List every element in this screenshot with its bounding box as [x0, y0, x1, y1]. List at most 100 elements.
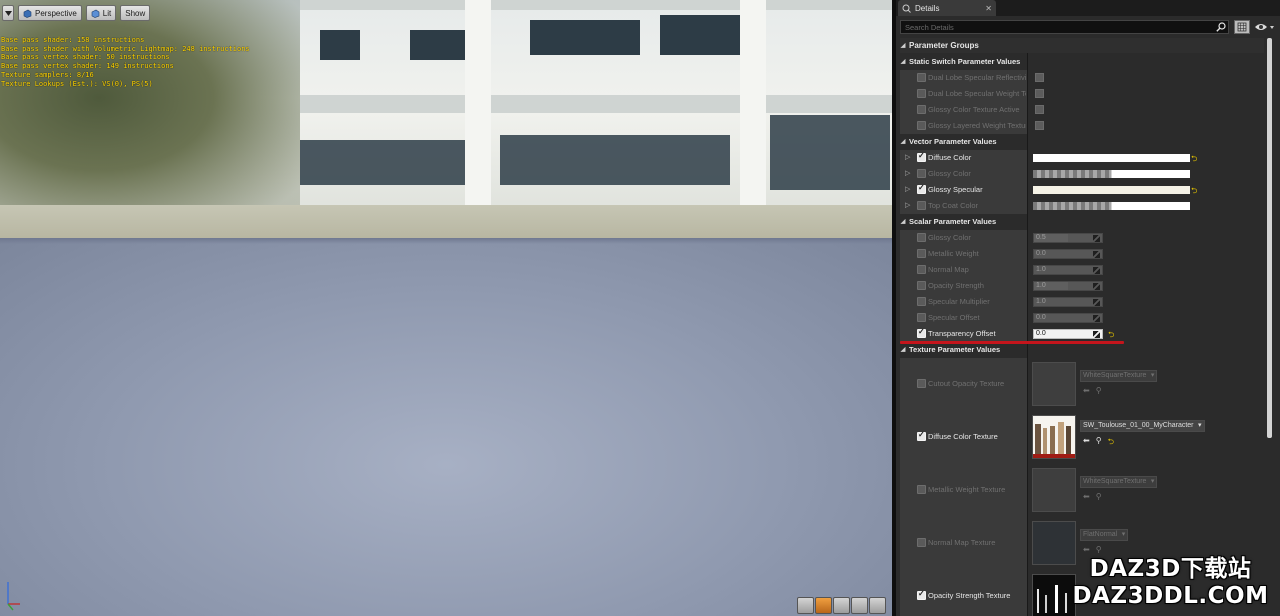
- param-name: Cutout Opacity Texture: [928, 379, 1005, 388]
- preview-floor-mesh: [0, 238, 892, 616]
- browse-search-icon[interactable]: ⚲: [1096, 436, 1102, 450]
- property-matrix-button[interactable]: [1234, 20, 1250, 34]
- use-selected-arrow-icon[interactable]: ⬅: [1083, 436, 1090, 450]
- show-button[interactable]: Show: [120, 5, 151, 21]
- color-swatch[interactable]: [1033, 154, 1190, 162]
- search-details-input[interactable]: [900, 20, 1229, 34]
- use-selected-arrow-icon[interactable]: ⬅: [1083, 492, 1090, 501]
- expand-arrow-icon[interactable]: ▷: [905, 169, 913, 177]
- reset-to-default-icon[interactable]: ⮌: [1191, 153, 1197, 167]
- switch-value-checkbox[interactable]: [1035, 89, 1044, 98]
- browse-search-icon[interactable]: ⚲: [1096, 545, 1102, 554]
- browse-search-icon[interactable]: ⚲: [1096, 386, 1102, 395]
- scalar-value-field[interactable]: 1.0: [1033, 297, 1103, 307]
- perspective-cube-icon: [23, 9, 32, 18]
- override-checkbox[interactable]: [917, 313, 926, 322]
- slider-grip-icon[interactable]: [1093, 283, 1100, 290]
- category-static-switch[interactable]: ◢ Static Switch Parameter Values: [900, 54, 1264, 69]
- color-swatch[interactable]: [1033, 202, 1190, 210]
- details-panel: Details ✕ ◢ Parameter Groups ◢ Static Sw…: [896, 0, 1280, 616]
- param-row: Opacity Strength 1.0: [900, 278, 1264, 294]
- reset-to-default-icon[interactable]: ⮌: [1108, 436, 1114, 450]
- reset-to-default-icon[interactable]: ⮌: [1191, 185, 1197, 199]
- sphere-preview-button[interactable]: [815, 597, 832, 614]
- override-checkbox[interactable]: [917, 73, 926, 82]
- param-name: Glossy Color: [928, 169, 971, 178]
- details-scrollbar[interactable]: [1267, 38, 1272, 438]
- texture-thumbnail[interactable]: [1032, 468, 1076, 512]
- param-name: Dual Lobe Specular Weight Texture: [928, 89, 1026, 98]
- override-checkbox[interactable]: [917, 121, 926, 130]
- override-checkbox[interactable]: [917, 485, 926, 494]
- slider-grip-icon[interactable]: [1093, 299, 1100, 306]
- override-checkbox[interactable]: [917, 151, 926, 162]
- switch-value-checkbox[interactable]: [1035, 73, 1044, 82]
- asset-picker-combo[interactable]: FlatNormal: [1080, 529, 1129, 541]
- texture-thumbnail[interactable]: [1032, 415, 1076, 459]
- color-swatch[interactable]: [1033, 186, 1190, 194]
- slider-grip-icon[interactable]: [1093, 331, 1100, 338]
- category-label: Static Switch Parameter Values: [909, 57, 1021, 66]
- custom-mesh-preview-button[interactable]: [869, 597, 886, 614]
- texture-thumbnail[interactable]: [1032, 362, 1076, 406]
- cube-preview-button[interactable]: [851, 597, 868, 614]
- level-viewport[interactable]: Perspective Lit Show Base pass shader: 1…: [0, 0, 892, 616]
- axis-gizmo-icon: [7, 582, 20, 611]
- lit-button[interactable]: Lit: [85, 5, 117, 21]
- slider-grip-icon[interactable]: [1093, 251, 1100, 258]
- plane-preview-button[interactable]: [833, 597, 850, 614]
- switch-value-checkbox[interactable]: [1035, 121, 1044, 130]
- scalar-value-field[interactable]: 0.0: [1033, 329, 1103, 339]
- cylinder-preview-button[interactable]: [797, 597, 814, 614]
- asset-picker-combo[interactable]: WhiteSquareTexture: [1080, 370, 1158, 382]
- category-scalar-params[interactable]: ◢ Scalar Parameter Values: [900, 214, 1264, 229]
- viewport-toolbar: Perspective Lit Show: [2, 5, 151, 22]
- override-checkbox[interactable]: [917, 89, 926, 98]
- expand-arrow-icon[interactable]: ▷: [905, 201, 913, 209]
- details-tab[interactable]: Details ✕: [898, 0, 996, 16]
- browse-search-icon[interactable]: ⚲: [1096, 492, 1102, 501]
- override-checkbox[interactable]: [917, 538, 926, 547]
- category-parameter-groups[interactable]: ◢ Parameter Groups: [900, 38, 1264, 53]
- perspective-button[interactable]: Perspective: [18, 5, 82, 21]
- override-checkbox[interactable]: [917, 589, 926, 600]
- override-checkbox[interactable]: [917, 249, 926, 258]
- view-options-eye-icon[interactable]: [1254, 21, 1276, 33]
- show-label: Show: [125, 8, 146, 18]
- scalar-value-field[interactable]: 1.0: [1033, 265, 1103, 275]
- param-name: Glossy Color Texture Active: [928, 105, 1020, 114]
- texture-param-row: Metallic Weight Texture WhiteSquareTextu…: [900, 464, 1264, 517]
- asset-picker-combo[interactable]: WhiteSquareTexture: [1080, 476, 1158, 488]
- param-row: Specular Offset 0.0: [900, 310, 1264, 326]
- slider-grip-icon[interactable]: [1093, 267, 1100, 274]
- asset-picker-combo[interactable]: SW_Toulouse_01_00_MyCharacter: [1080, 420, 1205, 432]
- scalar-value-field[interactable]: 0.5: [1033, 233, 1103, 243]
- expand-arrow-icon[interactable]: ▷: [905, 153, 913, 161]
- category-vector-params[interactable]: ◢ Vector Parameter Values: [900, 134, 1264, 149]
- switch-value-checkbox[interactable]: [1035, 105, 1044, 114]
- scalar-value-field[interactable]: 0.0: [1033, 313, 1103, 323]
- override-checkbox[interactable]: [917, 265, 926, 274]
- override-checkbox[interactable]: [917, 183, 926, 194]
- use-selected-arrow-icon[interactable]: ⬅: [1083, 545, 1090, 554]
- slider-grip-icon[interactable]: [1093, 235, 1100, 242]
- expand-arrow-icon[interactable]: ▷: [905, 185, 913, 193]
- use-selected-arrow-icon[interactable]: ⬅: [1083, 386, 1090, 395]
- override-checkbox[interactable]: [917, 201, 926, 210]
- override-checkbox[interactable]: [917, 327, 926, 338]
- slider-grip-icon[interactable]: [1093, 315, 1100, 322]
- category-texture-params[interactable]: ◢ Texture Parameter Values: [900, 342, 1264, 357]
- close-tab-icon[interactable]: ✕: [985, 4, 992, 13]
- collapse-triangle-icon: ◢: [900, 139, 906, 145]
- viewport-options-button[interactable]: [2, 5, 14, 21]
- override-checkbox[interactable]: [917, 105, 926, 114]
- override-checkbox[interactable]: [917, 169, 926, 178]
- override-checkbox[interactable]: [917, 297, 926, 306]
- override-checkbox[interactable]: [917, 281, 926, 290]
- scalar-value-field[interactable]: 1.0: [1033, 281, 1103, 291]
- color-swatch[interactable]: [1033, 170, 1190, 178]
- scalar-value-field[interactable]: 0.0: [1033, 249, 1103, 259]
- override-checkbox[interactable]: [917, 430, 926, 441]
- override-checkbox[interactable]: [917, 233, 926, 242]
- override-checkbox[interactable]: [917, 379, 926, 388]
